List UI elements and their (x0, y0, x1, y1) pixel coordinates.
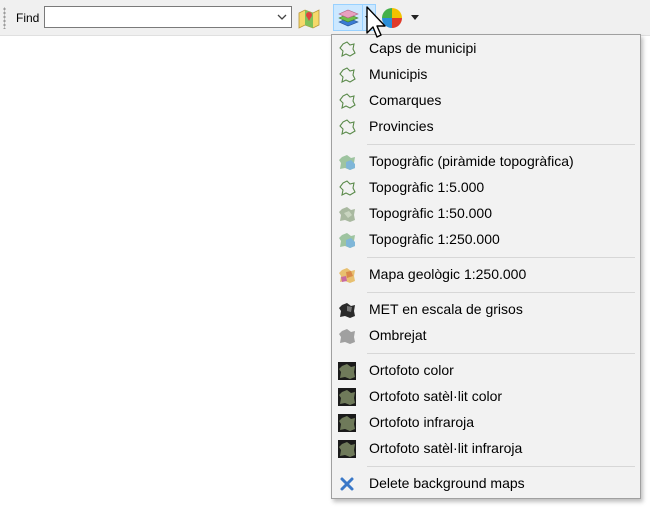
outline-map-icon (339, 41, 356, 57)
menu-item-label: Delete background maps (369, 475, 525, 491)
orthophoto-icon (338, 414, 356, 432)
menu-separator (367, 353, 635, 354)
outline-map-icon (339, 180, 356, 196)
background-maps-menu: Caps de municipi Municipis Comarques Provin… (331, 34, 641, 499)
menu-separator (367, 292, 635, 293)
menu-item-label: Topogràfic 1:50.000 (369, 205, 492, 221)
menu-item-label: Mapa geològic 1:250.000 (369, 266, 527, 282)
menu-separator (367, 466, 635, 467)
menu-item[interactable]: Mapa geològic 1:250.000 (332, 262, 640, 288)
toolbar: Find (0, 0, 650, 36)
menu-item-label: Topogràfic 1:5.000 (369, 179, 485, 195)
menu-item[interactable]: Topogràfic (piràmide topogràfica) (332, 149, 640, 175)
menu-item[interactable]: Ombrejat (332, 323, 640, 349)
chevron-down-icon[interactable] (277, 12, 287, 22)
find-combobox[interactable] (44, 6, 292, 28)
menu-item[interactable]: Topogràfic 1:50.000 (332, 201, 640, 227)
topographic-map-icon (339, 207, 355, 222)
menu-item[interactable]: MET en escala de grisos (332, 297, 640, 323)
menu-item-label: Ortofoto infraroja (369, 414, 475, 430)
menu-item-label: Ortofoto satèl·lit color (369, 388, 503, 404)
menu-item-label: Comarques (369, 92, 442, 108)
layers-icon (338, 9, 359, 27)
delete-x-icon (340, 477, 354, 491)
menu-item-label: Provincies (369, 118, 434, 134)
menu-item[interactable]: Topogràfic 1:250.000 (332, 227, 640, 253)
background-maps-button[interactable] (333, 4, 363, 31)
menu-item[interactable]: Ortofoto satèl·lit color (332, 384, 640, 410)
menu-item-label: Ortofoto color (369, 362, 454, 378)
hillshade-map-icon (339, 329, 355, 344)
map-search-icon[interactable] (297, 5, 321, 29)
menu-item[interactable]: Ortofoto color (332, 358, 640, 384)
menu-item-label: Topogràfic (piràmide topogràfica) (369, 153, 574, 169)
menu-item-label: MET en escala de grisos (369, 301, 523, 317)
menu-item[interactable]: Ortofoto infraroja (332, 410, 640, 436)
menu-item-label: Caps de municipi (369, 40, 477, 56)
topographic-pyramid-icon (339, 155, 355, 170)
menu-item[interactable]: Ortofoto satèl·lit infraroja (332, 436, 640, 462)
menu-separator (367, 144, 635, 145)
menu-item-label: Ortofoto satèl·lit infraroja (369, 440, 523, 456)
orthophoto-icon (338, 388, 356, 406)
menu-item[interactable]: Provincies (332, 114, 640, 140)
menu-item-label: Topogràfic 1:250.000 (369, 231, 500, 247)
menu-item[interactable]: Delete background maps (332, 471, 640, 497)
outline-map-icon (339, 119, 356, 135)
toolbar-grip[interactable] (3, 7, 6, 29)
menu-item[interactable]: Topogràfic 1:5.000 (332, 175, 640, 201)
mouse-cursor-icon (366, 6, 386, 38)
menu-item[interactable]: Comarques (332, 88, 640, 114)
menu-item[interactable]: Municipis (332, 62, 640, 88)
menu-separator (367, 257, 635, 258)
orthophoto-icon (338, 440, 356, 458)
find-label: Find (16, 11, 40, 25)
topographic-pyramid-icon (339, 233, 355, 248)
menu-item-label: Ombrejat (369, 327, 427, 343)
orthophoto-icon (338, 362, 356, 380)
outline-map-icon (339, 93, 356, 109)
outline-map-icon (339, 67, 356, 83)
find-input[interactable] (47, 8, 271, 28)
elevation-map-icon (339, 303, 355, 318)
geologic-map-icon (339, 268, 355, 283)
dropdown-arrow-icon[interactable] (410, 14, 420, 22)
menu-item-label: Municipis (369, 66, 428, 82)
